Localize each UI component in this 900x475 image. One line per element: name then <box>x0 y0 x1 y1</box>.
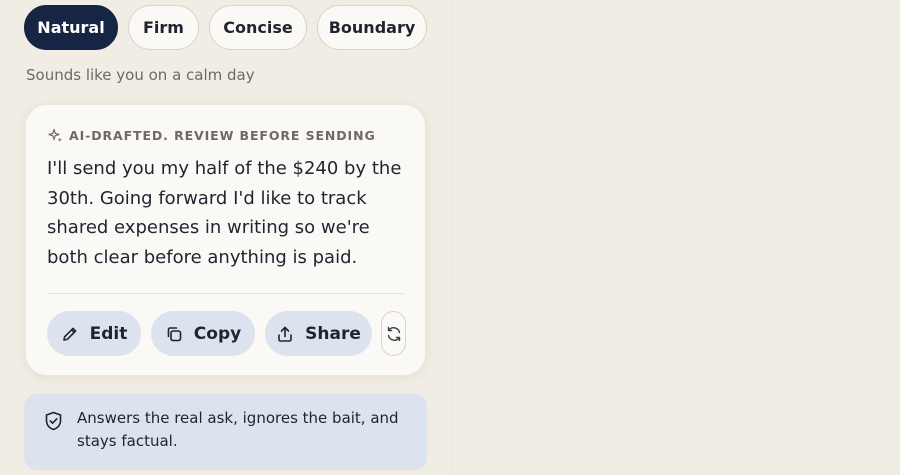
shield-check-icon <box>44 411 63 431</box>
edit-button-label: Edit <box>89 323 128 344</box>
draft-header: AI-drafted. Review before sending <box>48 126 376 144</box>
sparkle-icon <box>48 128 63 143</box>
edit-button[interactable]: Edit <box>47 311 141 356</box>
reply-composer-panel: Natural Firm Concise Boundary Sounds lik… <box>0 0 451 475</box>
right-empty-panel <box>451 0 900 475</box>
draft-card: AI-drafted. Review before sending I'll s… <box>25 104 426 376</box>
share-button-label: Share <box>305 323 361 344</box>
tone-description: Sounds like you on a calm day <box>26 66 255 84</box>
divider <box>47 293 404 294</box>
draft-label: AI-drafted. Review before sending <box>69 127 376 143</box>
tone-natural-pill[interactable]: Natural <box>24 5 118 50</box>
tone-concise-pill[interactable]: Concise <box>209 5 307 50</box>
regenerate-button[interactable] <box>381 311 406 356</box>
share-icon <box>276 325 294 343</box>
copy-icon <box>165 325 183 343</box>
copy-button[interactable]: Copy <box>151 311 255 356</box>
refresh-icon <box>385 325 403 343</box>
explanation-box: Answers the real ask, ignores the bait, … <box>24 394 427 470</box>
tone-boundary-pill[interactable]: Boundary <box>317 5 427 50</box>
explanation-text: Answers the real ask, ignores the bait, … <box>77 409 399 450</box>
pencil-icon <box>61 325 79 343</box>
tone-firm-pill[interactable]: Firm <box>128 5 199 50</box>
draft-message-text: I'll send you my half of the $240 by the… <box>47 158 402 268</box>
share-button[interactable]: Share <box>265 311 372 356</box>
copy-button-label: Copy <box>193 323 242 344</box>
